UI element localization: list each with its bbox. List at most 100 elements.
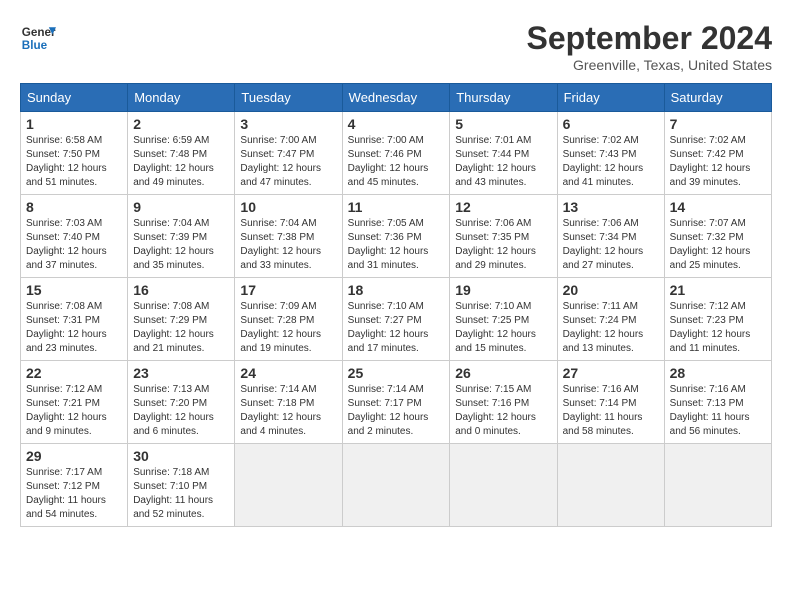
day-number: 26 [455, 365, 551, 381]
day-info: Sunrise: 7:15 AM Sunset: 7:16 PM Dayligh… [455, 383, 551, 439]
calendar-cell: 1Sunrise: 6:58 AM Sunset: 7:50 PM Daylig… [21, 112, 128, 195]
day-number: 25 [348, 365, 445, 381]
calendar-cell: 12 Sunrise: 7:06 AM Sunset: 7:35 PM Dayli… [450, 195, 557, 278]
calendar-cell: 18 Sunrise: 7:10 AM Sunset: 7:27 PM Dayli… [342, 278, 450, 361]
day-number: 14 [670, 199, 766, 215]
day-number: 15 [26, 282, 122, 298]
day-info: Sunrise: 7:01 AM Sunset: 7:44 PM Dayligh… [455, 134, 551, 190]
day-header-thursday: Thursday [450, 84, 557, 112]
day-number: 21 [670, 282, 766, 298]
day-number: 19 [455, 282, 551, 298]
day-number: 2 [133, 116, 229, 132]
calendar-cell: 23Sunrise: 7:13 AM Sunset: 7:20 PM Dayli… [128, 361, 235, 444]
calendar-cell: 2 Sunrise: 6:59 AM Sunset: 7:48 PM Daylig… [128, 112, 235, 195]
calendar-cell: 4 Sunrise: 7:00 AM Sunset: 7:46 PM Daylig… [342, 112, 450, 195]
day-number: 9 [133, 199, 229, 215]
day-info: Sunrise: 7:02 AM Sunset: 7:42 PM Dayligh… [670, 134, 766, 190]
day-info: Sunrise: 7:08 AM Sunset: 7:31 PM Dayligh… [26, 300, 122, 356]
day-info: Sunrise: 7:10 AM Sunset: 7:27 PM Dayligh… [348, 300, 445, 356]
day-info: Sunrise: 7:03 AM Sunset: 7:40 PM Dayligh… [26, 217, 122, 273]
day-number: 8 [26, 199, 122, 215]
day-info: Sunrise: 7:07 AM Sunset: 7:32 PM Dayligh… [670, 217, 766, 273]
page-header: General Blue September 2024 Greenville, … [20, 20, 772, 73]
day-info: Sunrise: 7:16 AM Sunset: 7:13 PM Dayligh… [670, 383, 766, 439]
day-header-saturday: Saturday [664, 84, 771, 112]
day-number: 30 [133, 448, 229, 464]
day-info: Sunrise: 7:17 AM Sunset: 7:12 PM Dayligh… [26, 466, 122, 522]
calendar-cell: 26 Sunrise: 7:15 AM Sunset: 7:16 PM Dayli… [450, 361, 557, 444]
day-number: 18 [348, 282, 445, 298]
calendar-cell: 10 Sunrise: 7:04 AM Sunset: 7:38 PM Dayli… [235, 195, 342, 278]
calendar-cell: 9 Sunrise: 7:04 AM Sunset: 7:39 PM Daylig… [128, 195, 235, 278]
day-number: 13 [563, 199, 659, 215]
day-info: Sunrise: 7:12 AM Sunset: 7:21 PM Dayligh… [26, 383, 122, 439]
day-header-wednesday: Wednesday [342, 84, 450, 112]
calendar-week-1: 1Sunrise: 6:58 AM Sunset: 7:50 PM Daylig… [21, 112, 772, 195]
calendar-cell: 21 Sunrise: 7:12 AM Sunset: 7:23 PM Dayli… [664, 278, 771, 361]
calendar-week-3: 15 Sunrise: 7:08 AM Sunset: 7:31 PM Dayli… [21, 278, 772, 361]
title-area: September 2024 Greenville, Texas, United… [527, 20, 772, 73]
day-info: Sunrise: 7:02 AM Sunset: 7:43 PM Dayligh… [563, 134, 659, 190]
month-title: September 2024 [527, 20, 772, 57]
calendar-cell: 19Sunrise: 7:10 AM Sunset: 7:25 PM Dayli… [450, 278, 557, 361]
calendar-cell: 24 Sunrise: 7:14 AM Sunset: 7:18 PM Dayli… [235, 361, 342, 444]
calendar-cell: 3Sunrise: 7:00 AM Sunset: 7:47 PM Daylig… [235, 112, 342, 195]
calendar-week-2: 8 Sunrise: 7:03 AM Sunset: 7:40 PM Daylig… [21, 195, 772, 278]
calendar-cell: 8 Sunrise: 7:03 AM Sunset: 7:40 PM Daylig… [21, 195, 128, 278]
calendar-table: SundayMondayTuesdayWednesdayThursdayFrid… [20, 83, 772, 527]
day-number: 12 [455, 199, 551, 215]
calendar-cell: 13 Sunrise: 7:06 AM Sunset: 7:34 PM Dayli… [557, 195, 664, 278]
day-number: 28 [670, 365, 766, 381]
day-info: Sunrise: 7:04 AM Sunset: 7:39 PM Dayligh… [133, 217, 229, 273]
day-info: Sunrise: 6:58 AM Sunset: 7:50 PM Dayligh… [26, 134, 122, 190]
day-number: 10 [240, 199, 336, 215]
day-number: 4 [348, 116, 445, 132]
day-number: 7 [670, 116, 766, 132]
calendar-cell: 30 Sunrise: 7:18 AM Sunset: 7:10 PM Dayli… [128, 444, 235, 527]
day-info: Sunrise: 7:04 AM Sunset: 7:38 PM Dayligh… [240, 217, 336, 273]
calendar-cell [664, 444, 771, 527]
day-info: Sunrise: 7:06 AM Sunset: 7:34 PM Dayligh… [563, 217, 659, 273]
day-number: 20 [563, 282, 659, 298]
day-info: Sunrise: 7:12 AM Sunset: 7:23 PM Dayligh… [670, 300, 766, 356]
location: Greenville, Texas, United States [527, 57, 772, 73]
day-number: 6 [563, 116, 659, 132]
day-info: Sunrise: 7:00 AM Sunset: 7:46 PM Dayligh… [348, 134, 445, 190]
day-header-monday: Monday [128, 84, 235, 112]
calendar-cell: 22 Sunrise: 7:12 AM Sunset: 7:21 PM Dayli… [21, 361, 128, 444]
calendar-cell [557, 444, 664, 527]
day-info: Sunrise: 7:06 AM Sunset: 7:35 PM Dayligh… [455, 217, 551, 273]
day-header-sunday: Sunday [21, 84, 128, 112]
day-info: Sunrise: 7:11 AM Sunset: 7:24 PM Dayligh… [563, 300, 659, 356]
day-info: Sunrise: 6:59 AM Sunset: 7:48 PM Dayligh… [133, 134, 229, 190]
day-info: Sunrise: 7:05 AM Sunset: 7:36 PM Dayligh… [348, 217, 445, 273]
logo-icon: General Blue [20, 20, 56, 56]
svg-text:Blue: Blue [22, 39, 48, 52]
day-number: 11 [348, 199, 445, 215]
days-header-row: SundayMondayTuesdayWednesdayThursdayFrid… [21, 84, 772, 112]
day-number: 3 [240, 116, 336, 132]
calendar-cell: 16 Sunrise: 7:08 AM Sunset: 7:29 PM Dayli… [128, 278, 235, 361]
day-info: Sunrise: 7:08 AM Sunset: 7:29 PM Dayligh… [133, 300, 229, 356]
calendar-cell: 25 Sunrise: 7:14 AM Sunset: 7:17 PM Dayli… [342, 361, 450, 444]
calendar-week-5: 29Sunrise: 7:17 AM Sunset: 7:12 PM Dayli… [21, 444, 772, 527]
day-info: Sunrise: 7:14 AM Sunset: 7:18 PM Dayligh… [240, 383, 336, 439]
day-number: 5 [455, 116, 551, 132]
day-info: Sunrise: 7:09 AM Sunset: 7:28 PM Dayligh… [240, 300, 336, 356]
calendar-week-4: 22 Sunrise: 7:12 AM Sunset: 7:21 PM Dayli… [21, 361, 772, 444]
calendar-cell: 28 Sunrise: 7:16 AM Sunset: 7:13 PM Dayli… [664, 361, 771, 444]
day-info: Sunrise: 7:14 AM Sunset: 7:17 PM Dayligh… [348, 383, 445, 439]
calendar-cell: 11 Sunrise: 7:05 AM Sunset: 7:36 PM Dayli… [342, 195, 450, 278]
day-number: 16 [133, 282, 229, 298]
logo: General Blue [20, 20, 56, 56]
day-number: 24 [240, 365, 336, 381]
calendar-cell: 15 Sunrise: 7:08 AM Sunset: 7:31 PM Dayli… [21, 278, 128, 361]
day-number: 17 [240, 282, 336, 298]
calendar-cell: 14 Sunrise: 7:07 AM Sunset: 7:32 PM Dayli… [664, 195, 771, 278]
calendar-cell [450, 444, 557, 527]
day-number: 22 [26, 365, 122, 381]
calendar-cell: 6 Sunrise: 7:02 AM Sunset: 7:43 PM Daylig… [557, 112, 664, 195]
day-info: Sunrise: 7:18 AM Sunset: 7:10 PM Dayligh… [133, 466, 229, 522]
calendar-cell [235, 444, 342, 527]
calendar-cell: 5 Sunrise: 7:01 AM Sunset: 7:44 PM Daylig… [450, 112, 557, 195]
